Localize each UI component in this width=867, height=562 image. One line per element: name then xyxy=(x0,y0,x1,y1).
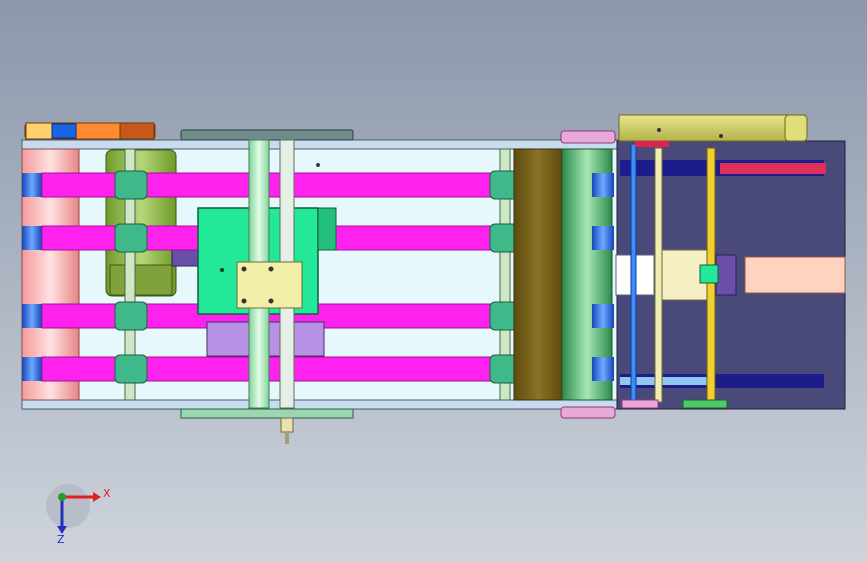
top-drive-assembly xyxy=(24,122,156,140)
roller-cap-top xyxy=(560,130,616,144)
carriage-hole xyxy=(220,268,224,272)
left-roller-cap-3 xyxy=(22,304,42,328)
carriage-hole xyxy=(316,163,320,167)
left-bearing-1 xyxy=(114,170,148,200)
slider-bolt xyxy=(241,298,247,304)
salmon-pad xyxy=(744,256,846,294)
frame-bottom-rail xyxy=(21,399,619,410)
olive-plate xyxy=(513,148,563,401)
y-axis-dot xyxy=(58,493,66,501)
roller-cap-bottom xyxy=(560,406,616,419)
red-mark-top xyxy=(635,141,669,147)
slider-bolt xyxy=(268,298,274,304)
left-roller-cap-1 xyxy=(22,173,42,197)
roller-blue-cap-4 xyxy=(592,357,614,381)
transfer-section xyxy=(513,130,616,419)
drive-pulley-left xyxy=(25,122,53,140)
green-mark-bottom xyxy=(682,399,728,409)
x-axis-arrowhead xyxy=(93,492,101,502)
x-axis-label: X xyxy=(103,487,111,500)
bottom-guide-plate xyxy=(180,408,354,419)
roller-blue-cap-2 xyxy=(592,226,614,250)
left-bearing-2 xyxy=(114,223,148,253)
slider-bolt xyxy=(241,266,247,272)
triad-origin-shadow xyxy=(46,484,90,528)
right-module xyxy=(615,114,846,410)
khaki-top-plate xyxy=(618,114,806,142)
motor-coupler xyxy=(171,249,201,267)
drive-pulley-dark xyxy=(119,122,155,140)
khaki-hole xyxy=(719,134,723,138)
left-bearing-3 xyxy=(114,301,148,331)
left-roller-cap-2 xyxy=(22,226,42,250)
screw-tip xyxy=(285,432,289,444)
top-guide-plate xyxy=(180,129,354,141)
red-bar-top xyxy=(720,163,826,174)
screw-end-bottom xyxy=(280,417,294,433)
green-collar xyxy=(699,264,719,284)
roller-blue-cap-3 xyxy=(592,304,614,328)
axis-triad: X Z xyxy=(46,484,111,546)
carriage-side-block xyxy=(317,207,337,251)
motor-flange xyxy=(109,264,173,296)
frame-top-rail xyxy=(21,139,619,150)
left-bearing-4 xyxy=(114,354,148,384)
slider-block xyxy=(236,261,303,309)
cream-rod xyxy=(654,147,663,403)
blue-rod xyxy=(630,143,637,407)
slider-bolt xyxy=(268,266,274,272)
z-axis-label: Z xyxy=(57,533,65,546)
left-roller-cap-4 xyxy=(22,357,42,381)
drive-pulley-blue xyxy=(51,123,77,139)
red-mark-bottom xyxy=(621,399,659,409)
khaki-hole xyxy=(657,128,661,132)
purple-sleeve xyxy=(715,254,737,296)
roller-blue-cap-1 xyxy=(592,173,614,197)
khaki-top-cap xyxy=(784,114,808,142)
cad-viewport: X Z xyxy=(21,114,846,546)
